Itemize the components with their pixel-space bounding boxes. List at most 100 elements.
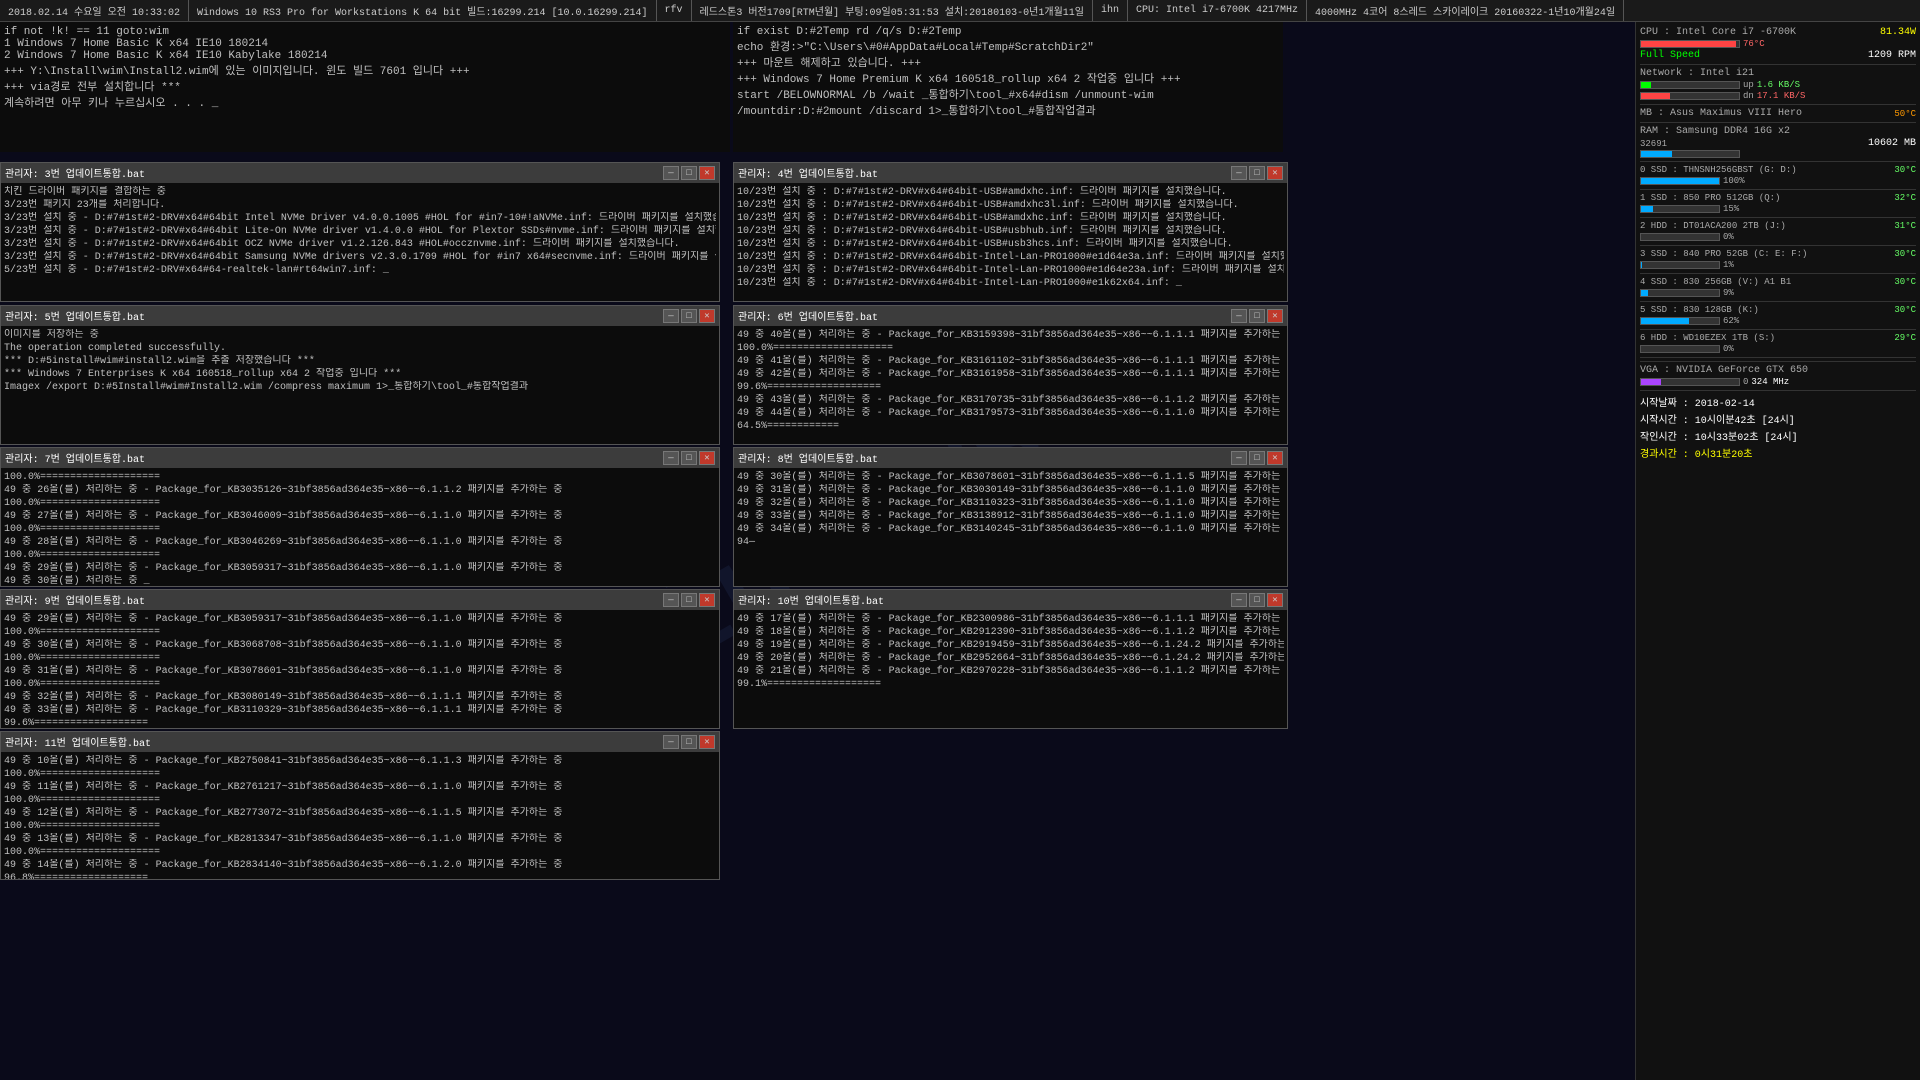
cmd-line: 10/23번 설치 중 : D:#7#1st#2-DRV#x64#64bit-U… xyxy=(737,225,1284,238)
cmd-line: 10/23번 설치 중 : D:#7#1st#2-DRV#x64#64bit-I… xyxy=(737,251,1284,264)
divider-3 xyxy=(1640,122,1916,123)
terminal-line: if exist D:#2Temp rd /q/s D:#2Temp xyxy=(737,26,1279,38)
minimize-button[interactable]: — xyxy=(1231,166,1247,180)
cpu-bar-fill xyxy=(1641,41,1736,47)
cmd-buttons: —□✕ xyxy=(663,593,715,607)
close-button[interactable]: ✕ xyxy=(1267,451,1283,465)
cmd-titlebar: 관리자: 3번 업데이트통합.bat —□✕ xyxy=(1,163,719,183)
cmd-line: 100.0%==================== xyxy=(4,846,716,859)
ram-used: 10602 MB xyxy=(1868,138,1916,149)
drive-bar-bg xyxy=(1640,233,1720,241)
taskbar-os: Windows 10 RS3 Pro for Workstations K 64… xyxy=(189,0,656,21)
maximize-button[interactable]: □ xyxy=(1249,309,1265,323)
drive-pct: 9% xyxy=(1723,288,1734,298)
ram-meter xyxy=(1640,150,1916,158)
cmd-line: 49 중 28올(를) 처리하는 중 - Package_for_KB30462… xyxy=(4,536,716,549)
cmd-content: 49 중 29올(를) 처리하는 중 - Package_for_KB30593… xyxy=(1,610,719,728)
top-terminal-left: if not !k! == 11 goto:wim 1 Windows 7 Ho… xyxy=(0,22,730,152)
cpu-power: 81.34W xyxy=(1880,27,1916,38)
drive-section-hdd2: 2 HDD : DT01ACA200 2TB (J:)31°C0% xyxy=(1640,221,1916,242)
maximize-button[interactable]: □ xyxy=(681,309,697,323)
close-button[interactable]: ✕ xyxy=(699,166,715,180)
net-bar-bg xyxy=(1640,81,1740,89)
cmd-line: 99.6%=================== xyxy=(737,381,1284,394)
maximize-button[interactable]: □ xyxy=(1249,593,1265,607)
cmd-line: 100.0%==================== xyxy=(4,794,716,807)
close-button[interactable]: ✕ xyxy=(699,593,715,607)
cmd-line: 49 중 20올(를) 처리하는 중 - Package_for_KB29526… xyxy=(737,652,1284,665)
cmd-line: 치킨 드라이버 패키지를 결합하는 중 xyxy=(4,186,716,199)
cmd-titlebar: 관리자: 8번 업데이트통합.bat—□✕ xyxy=(734,448,1287,468)
cmd-line: 100.0%==================== xyxy=(4,626,716,639)
divider-2 xyxy=(1640,104,1916,105)
top-terminal-right-content: if exist D:#2Temp rd /q/s D:#2Tempecho 환… xyxy=(737,26,1279,118)
drive-pct: 0% xyxy=(1723,232,1734,242)
drive-label: 4 SSD : 830 256GB (V:) A1 B1 xyxy=(1640,277,1791,287)
drive-temp: 30°C xyxy=(1894,277,1916,287)
cmd-line: 49 중 44올(를) 처리하는 중 - Package_for_KB31795… xyxy=(737,407,1284,420)
cmd-line: 49 중 19올(를) 처리하는 중 - Package_for_KB29194… xyxy=(737,639,1284,652)
cmd-line: *** Windows 7 Enterprises K x64 160518_r… xyxy=(4,368,716,381)
mb-temp: 50°C xyxy=(1894,109,1916,119)
drive-pct: 62% xyxy=(1723,316,1739,326)
drive-meter: 0% xyxy=(1640,344,1916,354)
cmd-line: 64.5%============ xyxy=(737,420,1284,433)
cmd-line: 49 중 14올(를) 처리하는 중 - Package_for_KB28341… xyxy=(4,859,716,872)
minimize-button[interactable]: — xyxy=(663,309,679,323)
cmd-line: 49 중 26올(를) 처리하는 중 - Package_for_KB30351… xyxy=(4,484,716,497)
cmd-line: 49 중 31올(를) 처리하는 중 - Package_for_KB30301… xyxy=(737,484,1284,497)
maximize-button[interactable]: □ xyxy=(681,593,697,607)
drive-bar-fill xyxy=(1641,178,1719,184)
drive-label: 6 HDD : WD10EZEX 1TB (S:) xyxy=(1640,333,1775,343)
close-button[interactable]: ✕ xyxy=(699,309,715,323)
maximize-button[interactable]: □ xyxy=(681,735,697,749)
cmd-buttons: —□✕ xyxy=(663,451,715,465)
close-button[interactable]: ✕ xyxy=(699,735,715,749)
minimize-button[interactable]: — xyxy=(1231,309,1247,323)
cpu-temp: 76°C xyxy=(1743,39,1765,49)
terminal-line: 2 Windows 7 Home Basic K x64 IE10 Kabyla… xyxy=(4,50,726,62)
start-time: 시작시간 : 10시이분42초 [24시] xyxy=(1640,411,1795,427)
drive-row: 6 HDD : WD10EZEX 1TB (S:)29°C xyxy=(1640,333,1916,343)
maximize-button[interactable]: □ xyxy=(681,166,697,180)
minimize-button[interactable]: — xyxy=(663,166,679,180)
close-button[interactable]: ✕ xyxy=(1267,593,1283,607)
cmd-title: 관리자: 3번 업데이트통합.bat xyxy=(5,165,145,181)
drive-section-ssd3: 3 SSD : 840 PRO 52GB (C: E: F:)30°C1% xyxy=(1640,249,1916,270)
minimize-button[interactable]: — xyxy=(663,735,679,749)
minimize-button[interactable]: — xyxy=(663,593,679,607)
cmd-buttons: —□✕ xyxy=(1231,166,1283,180)
vga-mem: 324 MHz xyxy=(1751,377,1789,387)
close-button[interactable]: ✕ xyxy=(699,451,715,465)
drive-label: 0 SSD : THNSNH256GBST (G: D:) xyxy=(1640,165,1797,175)
ram-total-label: 32691 xyxy=(1640,139,1667,149)
minimize-button[interactable]: — xyxy=(1231,451,1247,465)
cmd-line: 10/23번 설치 중 : D:#7#1st#2-DRV#x64#64bit-I… xyxy=(737,277,1284,290)
minimize-button[interactable]: — xyxy=(663,451,679,465)
maximize-button[interactable]: □ xyxy=(1249,166,1265,180)
net-bar-fill xyxy=(1641,82,1651,88)
maximize-button[interactable]: □ xyxy=(681,451,697,465)
maximize-button[interactable]: □ xyxy=(1249,451,1265,465)
drive-divider xyxy=(1640,189,1916,190)
terminal-line: 1 Windows 7 Home Basic K x64 IE10 180214 xyxy=(4,38,726,50)
cmd-line: 99.1%=================== xyxy=(737,678,1284,691)
drive-row: 1 SSD : 850 PRO 512GB (Q:)32°C xyxy=(1640,193,1916,203)
minimize-button[interactable]: — xyxy=(1231,593,1247,607)
cmd-titlebar: 관리자: 7번 업데이트통합.bat—□✕ xyxy=(1,448,719,468)
taskbar-datetime: 2018.02.14 수요일 오전 10:33:02 xyxy=(0,0,189,21)
terminal-line: start /BELOWNORMAL /b /wait _통합하기\tool_#… xyxy=(737,86,1279,118)
terminal-line: if not !k! == 11 goto:wim xyxy=(4,26,726,38)
cmd-line: 10/23번 설치 중 : D:#7#1st#2-DRV#x64#64bit-I… xyxy=(737,264,1284,277)
close-button[interactable]: ✕ xyxy=(1267,166,1283,180)
cmd-content: 치킨 드라이버 패키지를 결합하는 중3/23번 패키지 23개를 처리합니다.… xyxy=(1,183,719,301)
cmd-line: *** D:#5install#wim#install2.wim을 추출 저장했… xyxy=(4,355,716,368)
cmd-line: 100.0%==================== xyxy=(4,523,716,536)
drive-meter: 100% xyxy=(1640,176,1916,186)
drive-row: 0 SSD : THNSNH256GBST (G: D:)30°C xyxy=(1640,165,1916,175)
cmd-line: 49 중 31올(를) 처리하는 중 - Package_for_KB30786… xyxy=(4,665,716,678)
close-button[interactable]: ✕ xyxy=(1267,309,1283,323)
cmd-line: 10/23번 설치 중 : D:#7#1st#2-DRV#x64#64bit-U… xyxy=(737,238,1284,251)
cmd-line: 49 중 34올(를) 처리하는 중 - Package_for_KB31402… xyxy=(737,523,1284,536)
main-area: Windows if not !k! == 11 goto:wim 1 Wind… xyxy=(0,22,1920,1080)
